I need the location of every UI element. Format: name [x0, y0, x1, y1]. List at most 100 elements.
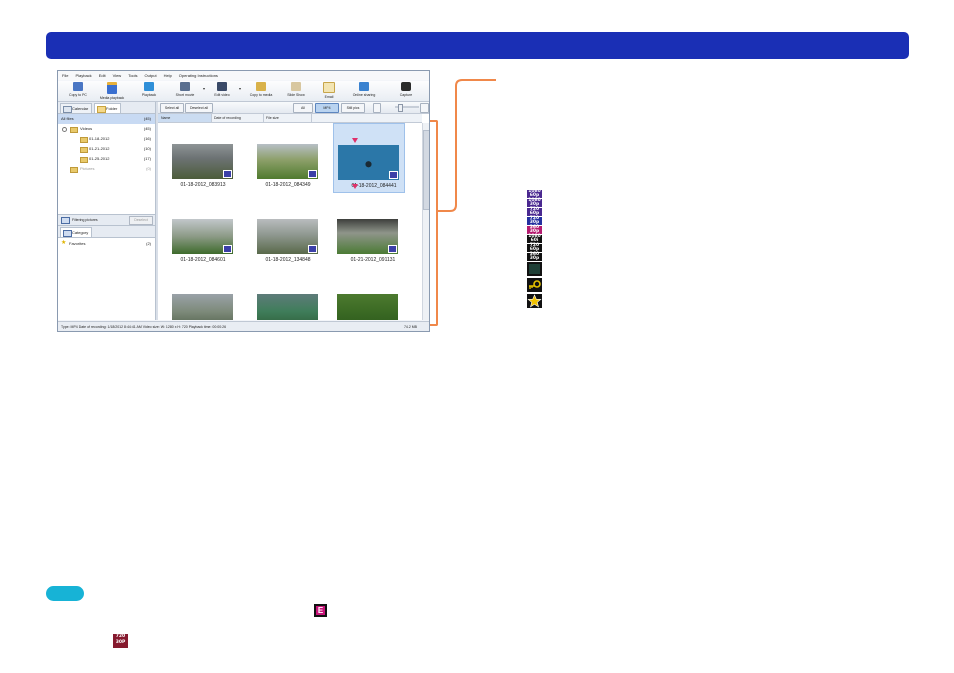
filter-all-button[interactable]: All — [293, 103, 313, 113]
tree-item-count: (45) — [143, 116, 151, 121]
thumbnail-image — [257, 294, 318, 320]
large-view-icon[interactable] — [420, 103, 429, 113]
thumbnail-item[interactable]: 01-18-2012_083913 — [163, 123, 233, 191]
header-banner — [46, 32, 909, 59]
select-all-button[interactable]: Select all — [160, 103, 184, 113]
email-button[interactable]: Email — [318, 82, 340, 99]
short-movie-button[interactable]: Short movie — [170, 82, 200, 97]
slide-show-icon — [291, 82, 301, 91]
edit-video-button[interactable]: Edit video — [208, 82, 236, 97]
menu-file[interactable]: File — [58, 71, 71, 80]
view-toolbar: Select all Deselect all All MP4 Still pi… — [158, 102, 429, 114]
playback-button[interactable]: Playback — [136, 82, 162, 97]
tree-item-date[interactable]: 01-21-2012 (10) — [58, 144, 155, 154]
menu-view[interactable]: View — [109, 71, 125, 80]
calendar-icon — [63, 106, 72, 113]
grid-view-icon[interactable] — [373, 103, 381, 113]
deselect-button[interactable]: Deselect — [129, 216, 153, 225]
deselect-all-button[interactable]: Deselect all — [185, 103, 213, 113]
copy-to-media-button[interactable]: Copy to media — [245, 82, 277, 97]
tree-item-label: 01-21-2012 — [89, 146, 110, 151]
thumbnail-caption: 01-18-2012_083913 — [180, 182, 226, 188]
folder-icon — [97, 106, 106, 113]
category-icon — [63, 230, 72, 237]
thumbnail-image — [172, 219, 233, 254]
main-toolbar: Copy to PC Media playback Playback Short… — [58, 81, 429, 102]
copy-to-media-icon — [256, 82, 266, 91]
online-sharing-button[interactable]: Online sharing — [348, 82, 380, 97]
thumbnail-item[interactable]: 01-18-2012_084601 — [163, 198, 233, 266]
menu-output[interactable]: Output — [141, 71, 160, 80]
format-badge-1080-30p-icon: 1080 30p — [527, 198, 542, 207]
tree-item-date[interactable]: 01-25-2012 (17) — [58, 154, 155, 164]
tree-item-count: (17) — [143, 156, 151, 161]
filter-icon[interactable] — [61, 217, 70, 224]
note-label-icon — [46, 586, 84, 601]
copy-to-pc-icon — [73, 82, 83, 91]
tree-item-label: 01-25-2012 — [89, 156, 110, 161]
capture-icon — [401, 82, 411, 91]
filter-label: Filtering pictures — [72, 218, 98, 222]
col-size[interactable]: File size — [263, 114, 312, 122]
col-date[interactable]: Date of recording — [211, 114, 264, 122]
tab-category[interactable]: Category — [60, 227, 93, 237]
copy-to-pc-button[interactable]: Copy to PC — [63, 82, 93, 97]
menu-help[interactable]: Help — [160, 71, 175, 80]
short-movie-dropdown-icon[interactable]: ▾ — [203, 86, 205, 91]
thumbnail-item[interactable]: 01-18-2012_084349 — [248, 123, 318, 191]
capture-button[interactable]: Capture — [394, 82, 418, 97]
slide-show-button[interactable]: Slide Show — [282, 82, 310, 97]
menu-edit[interactable]: Edit — [95, 71, 109, 80]
thumbnail-item[interactable] — [163, 273, 233, 320]
tree-item-all-files[interactable]: All files (45) — [58, 114, 155, 124]
thumbnail-caption: 01-21-2012_091131 — [350, 257, 396, 263]
thumbnail-item[interactable] — [248, 273, 318, 320]
col-name[interactable]: Name — [158, 114, 212, 122]
thumbnail-icon — [527, 262, 542, 276]
format-badge-1080-60p-icon: 1080 60p — [527, 189, 542, 198]
tree-item-pictures[interactable]: Pictures (0) — [58, 164, 155, 174]
format-badge-360-30p-icon: 360 30p — [527, 225, 542, 234]
format-badge-icon — [389, 171, 398, 179]
edit-video-dropdown-icon[interactable]: ▾ — [239, 86, 241, 91]
column-header: Name Date of recording File size — [158, 114, 422, 123]
favorites-item[interactable]: ★ Favorites (2) — [58, 239, 155, 248]
filter-stills-button[interactable]: Still pics — [341, 103, 365, 113]
tab-calendar[interactable]: Calendar — [60, 103, 93, 113]
zoom-slider-knob[interactable] — [398, 104, 403, 112]
media-playback-button[interactable]: Media playback — [96, 82, 128, 100]
menu-tools[interactable]: Tools — [124, 71, 140, 80]
tree-item-date[interactable]: 01-18-2012 (16) — [58, 134, 155, 144]
thumbnail-caption: 01-18-2012_084601 — [180, 257, 226, 263]
scrollbar-thumb[interactable] — [423, 130, 429, 210]
menu-operating-instructions[interactable]: Operating Instructions — [175, 71, 221, 80]
status-bar: Type: MP4 Date of recording: 1/18/2012 8… — [58, 321, 429, 331]
thumbnail-image — [257, 219, 318, 254]
favorites-count: (2) — [146, 241, 151, 246]
left-pane: Calendar Folder All files (45) Videos (4… — [58, 102, 156, 320]
tab-folder[interactable]: Folder — [94, 103, 122, 113]
expand-icon[interactable] — [62, 127, 67, 132]
favorite-star-icon — [527, 294, 542, 308]
thumbnail-item-selected[interactable]: 01-18-2012_084441 — [333, 123, 405, 193]
favorite-star-icon: ★ — [61, 240, 67, 246]
thumbnail-item[interactable]: 01-21-2012_091131 — [333, 198, 403, 266]
tree-item-count: (10) — [143, 146, 151, 151]
folder-icon — [80, 137, 88, 143]
thumbnail-image — [337, 294, 398, 320]
format-badge-720-30p-icon: 720 30p — [527, 216, 542, 225]
format-badge-720-30p-icon: 720 30P — [113, 634, 128, 648]
format-badge-1080-60i-icon: 1080 60i — [527, 234, 542, 243]
thumbnail-item[interactable] — [333, 273, 403, 320]
folder-icon — [80, 157, 88, 163]
format-badge-icon — [223, 245, 232, 253]
menu-playback[interactable]: Playback — [71, 71, 94, 80]
key-icon — [527, 278, 542, 292]
thumbnail-item[interactable]: 01-18-2012_134848 — [248, 198, 318, 266]
tree-item-label: 01-18-2012 — [89, 136, 110, 141]
status-file-size: 74.2 MB — [403, 325, 417, 329]
status-info: Type: MP4 Date of recording: 1/18/2012 8… — [61, 325, 227, 329]
filter-mp4-button[interactable]: MP4 — [315, 103, 339, 113]
edit-video-icon — [217, 82, 227, 91]
tree-item-videos[interactable]: Videos (45) — [58, 124, 155, 134]
